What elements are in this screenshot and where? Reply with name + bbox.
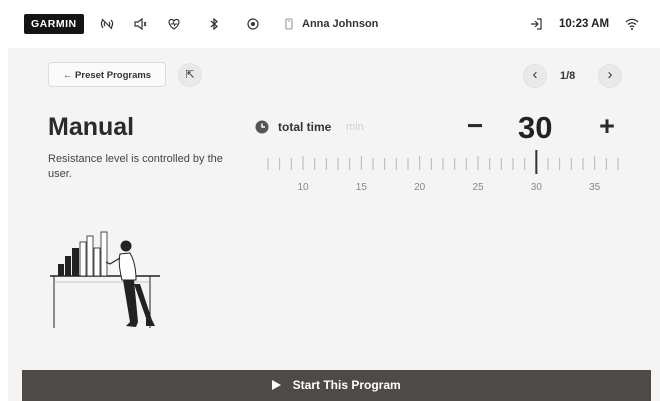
plus-icon: + — [599, 111, 615, 141]
next-program-button[interactable]: › — [598, 64, 622, 88]
previous-program-button[interactable]: ‹ — [523, 64, 547, 88]
total-time-label: total time — [278, 120, 332, 134]
status-bar: GARMIN Anna Johnson 10:23 AM — [8, 0, 660, 48]
increase-time-button[interactable]: + — [594, 112, 620, 140]
user-name[interactable]: Anna Johnson — [302, 18, 378, 30]
page-indicator: 1/8 — [560, 70, 576, 82]
broadcast-off-icon[interactable] — [100, 17, 114, 31]
person-with-charts-illustration — [50, 231, 160, 328]
ruler-tick-label: 15 — [356, 182, 368, 193]
clock-icon — [255, 120, 269, 134]
pin-icon: ⇱ — [185, 69, 195, 81]
preset-programs-button[interactable]: ← Preset Programs — [48, 62, 166, 87]
clock: 10:23 AM — [559, 18, 610, 30]
ruler-tick-label: 30 — [531, 182, 543, 193]
decrease-time-button[interactable]: − — [463, 112, 487, 140]
play-icon — [272, 380, 282, 390]
bluetooth-icon[interactable] — [207, 17, 221, 31]
volume-icon[interactable] — [133, 17, 147, 31]
preset-programs-label: Preset Programs — [75, 70, 152, 81]
treadmill-screen: GARMIN Anna Johnson 10:23 AM ← Preset Pr… — [8, 0, 660, 401]
time-value: 30 — [518, 110, 553, 145]
garmin-logo: GARMIN — [24, 14, 84, 34]
target-icon[interactable] — [246, 17, 260, 31]
time-ruler-slider[interactable]: 10 15 20 25 30 35 — [258, 148, 628, 198]
minus-icon: − — [466, 110, 484, 141]
pin-button[interactable]: ⇱ — [178, 63, 202, 87]
ruler-tick-label: 25 — [472, 182, 484, 193]
ruler-tick-label: 35 — [589, 182, 601, 193]
chevron-left-icon: ‹ — [532, 66, 538, 83]
wifi-icon[interactable] — [625, 17, 639, 31]
start-program-button[interactable]: Start This Program — [22, 370, 651, 401]
start-program-label: Start This Program — [292, 378, 401, 392]
program-title: Manual — [48, 113, 135, 141]
ruler-tick-label: 20 — [414, 182, 426, 193]
ruler-tick-label: 10 — [297, 182, 309, 193]
back-arrow-icon: ← — [62, 70, 73, 81]
logout-icon[interactable] — [529, 17, 543, 31]
program-description: Resistance level is controlled by the us… — [48, 153, 223, 180]
user-icon — [282, 17, 296, 31]
chevron-right-icon: › — [607, 66, 613, 83]
heart-rate-icon[interactable] — [167, 17, 181, 31]
time-unit-label: min — [346, 121, 364, 133]
